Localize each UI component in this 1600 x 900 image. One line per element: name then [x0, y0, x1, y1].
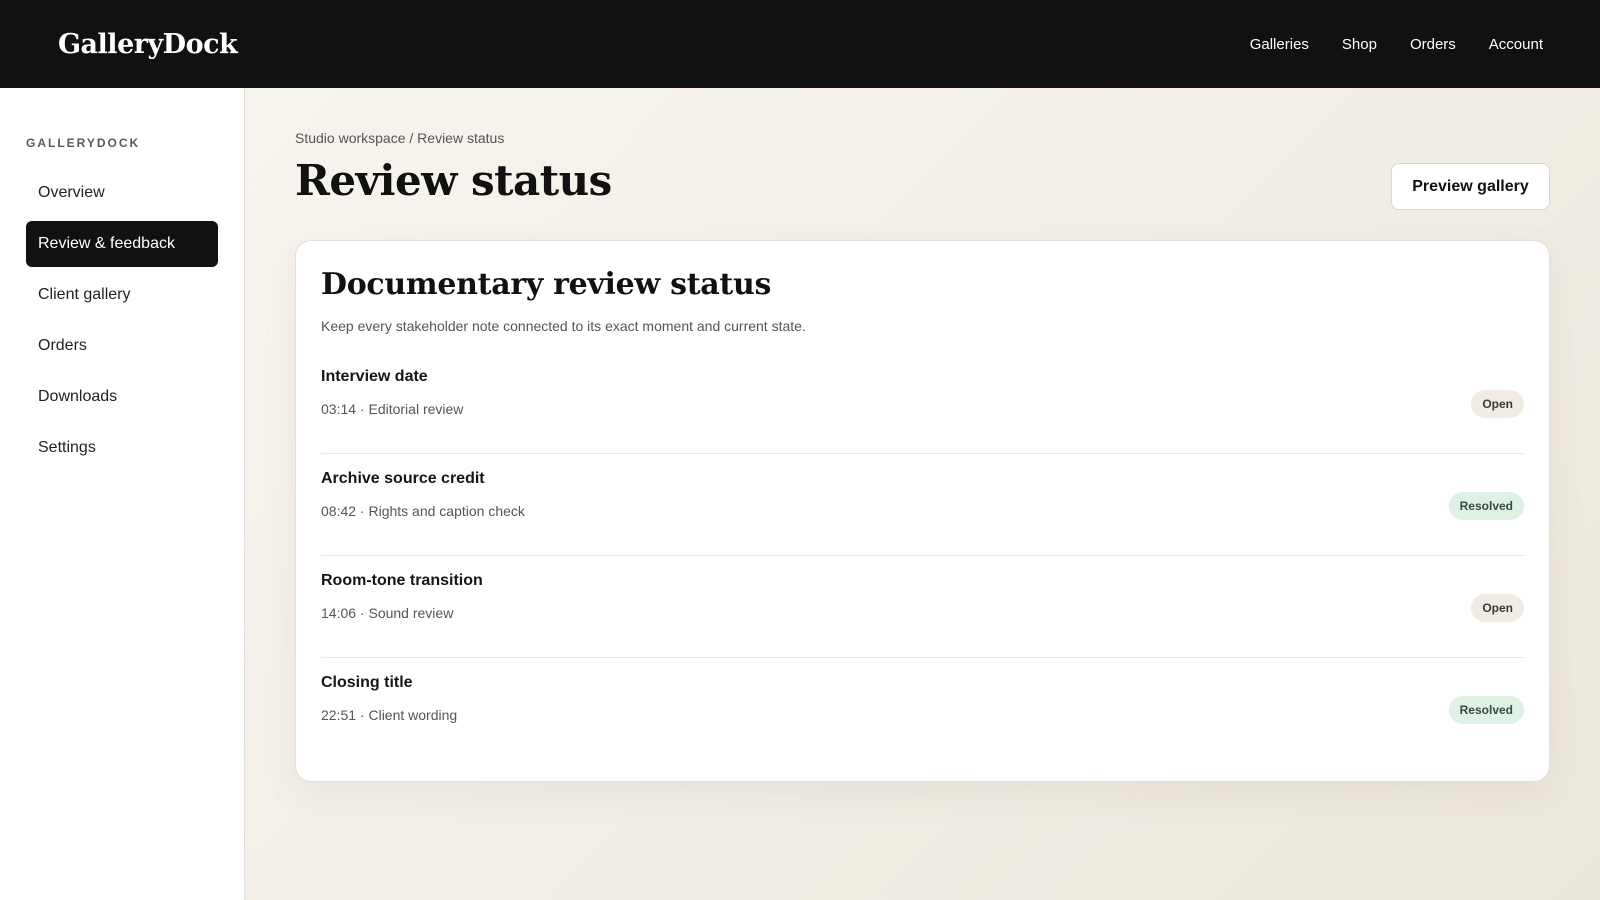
preview-gallery-button[interactable]: Preview gallery [1391, 163, 1550, 210]
status-badge: Open [1471, 594, 1524, 622]
page-title: Review status [295, 156, 612, 205]
review-row-meta: 08:42 · Rights and caption check [321, 503, 525, 519]
sidebar-section-label: GALLERYDOCK [26, 136, 141, 150]
nav-orders[interactable]: Orders [1410, 36, 1456, 53]
review-list: Interview date 03:14 · Editorial review … [321, 352, 1524, 760]
status-badge: Open [1471, 390, 1524, 418]
nav-galleries[interactable]: Galleries [1250, 36, 1309, 53]
review-row-meta: 22:51 · Client wording [321, 707, 458, 723]
sidebar-item-downloads[interactable]: Downloads [26, 374, 218, 420]
review-status-card: Documentary review status Keep every sta… [295, 240, 1550, 782]
top-nav: Galleries Shop Orders Account [1250, 36, 1543, 53]
sidebar-item-client-gallery[interactable]: Client gallery [26, 272, 218, 318]
review-row-meta: 03:14 · Editorial review [321, 401, 464, 417]
review-row-meta: 14:06 · Sound review [321, 605, 454, 621]
card-subtitle: Keep every stakeholder note connected to… [321, 318, 806, 334]
review-row[interactable]: Closing title 22:51 · Client wording Res… [321, 658, 1524, 760]
nav-account[interactable]: Account [1489, 36, 1543, 53]
card-title: Documentary review status [321, 267, 772, 302]
status-badge: Resolved [1448, 696, 1524, 724]
review-row-title: Archive source credit [321, 470, 485, 487]
nav-shop[interactable]: Shop [1342, 36, 1377, 53]
review-row[interactable]: Archive source credit 08:42 · Rights and… [321, 454, 1524, 556]
sidebar: GALLERYDOCK Overview Review & feedback C… [0, 88, 245, 900]
sidebar-item-settings[interactable]: Settings [26, 425, 218, 471]
top-navigation-bar: GalleryDock Galleries Shop Orders Accoun… [0, 0, 1600, 88]
brand-logo[interactable]: GalleryDock [58, 29, 238, 60]
review-row-title: Room-tone transition [321, 572, 483, 589]
sidebar-item-review-feedback[interactable]: Review & feedback [26, 221, 218, 267]
review-row[interactable]: Interview date 03:14 · Editorial review … [321, 352, 1524, 454]
review-row-title: Closing title [321, 674, 413, 691]
sidebar-item-orders[interactable]: Orders [26, 323, 218, 369]
review-row-title: Interview date [321, 368, 428, 385]
status-badge: Resolved [1448, 492, 1524, 520]
sidebar-item-overview[interactable]: Overview [26, 170, 218, 216]
review-row[interactable]: Room-tone transition 14:06 · Sound revie… [321, 556, 1524, 658]
breadcrumb: Studio workspace / Review status [295, 130, 505, 146]
